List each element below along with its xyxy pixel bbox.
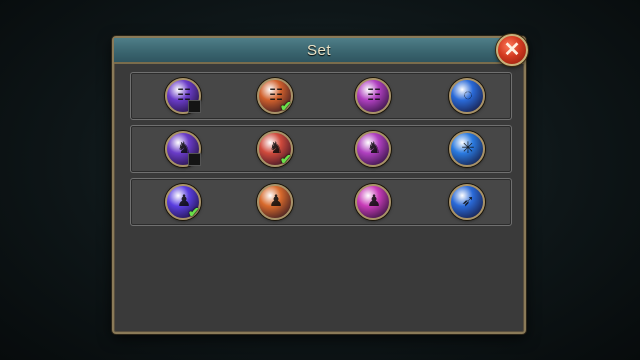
magenta-beast-skill-icon[interactable]: ♞: [355, 131, 391, 167]
set-row-1: ☷ ☷ ✔ ☷ ◌: [130, 72, 512, 120]
skill-figure: ✳: [461, 140, 475, 157]
close-icon: ✕: [503, 39, 521, 61]
set-dialog: Set ☷ ☷ ✔ ☷ ◌ ♞ ♞ ✔ ♞ ✳ ♟ ✔ ♟ ♟ ➶: [112, 36, 526, 334]
pink-warrior-skill-icon[interactable]: ♟: [355, 184, 391, 220]
magenta-rune-skill-icon[interactable]: ☷: [355, 78, 391, 114]
skill-figure: ◌: [463, 87, 473, 104]
set-row-2: ♞ ♞ ✔ ♞ ✳: [130, 125, 512, 173]
skill-figure: ♞: [366, 140, 382, 157]
violet-warrior-skill-icon[interactable]: ♟ ✔: [165, 184, 201, 220]
checkmark-icon[interactable]: ✔: [188, 205, 201, 219]
blue-burst-skill-icon[interactable]: ✳: [449, 131, 485, 167]
dialog-title: Set: [306, 41, 331, 59]
checkbox-empty-icon[interactable]: [188, 153, 201, 166]
purple-beast-skill-icon[interactable]: ♞: [165, 131, 201, 167]
checkmark-icon[interactable]: ✔: [280, 152, 293, 166]
skill-figure: ♟: [366, 193, 382, 210]
set-row-3: ♟ ✔ ♟ ♟ ➶: [130, 178, 512, 226]
skill-figure: ☷: [366, 87, 382, 104]
orange-warrior-skill-icon[interactable]: ♟: [257, 184, 293, 220]
close-button[interactable]: ✕: [496, 34, 528, 66]
dialog-titlebar: Set: [114, 38, 524, 64]
purple-rune-skill-icon[interactable]: ☷: [165, 78, 201, 114]
orange-rune-skill-icon[interactable]: ☷ ✔: [257, 78, 293, 114]
checkmark-icon[interactable]: ✔: [280, 99, 293, 113]
blue-swirl-skill-icon[interactable]: ◌: [449, 78, 485, 114]
red-beast-skill-icon[interactable]: ♞ ✔: [257, 131, 293, 167]
blue-slash-skill-icon[interactable]: ➶: [449, 184, 485, 220]
skill-figure: ➶: [461, 193, 475, 210]
skill-figure: ♟: [268, 193, 284, 210]
checkbox-empty-icon[interactable]: [188, 100, 201, 113]
